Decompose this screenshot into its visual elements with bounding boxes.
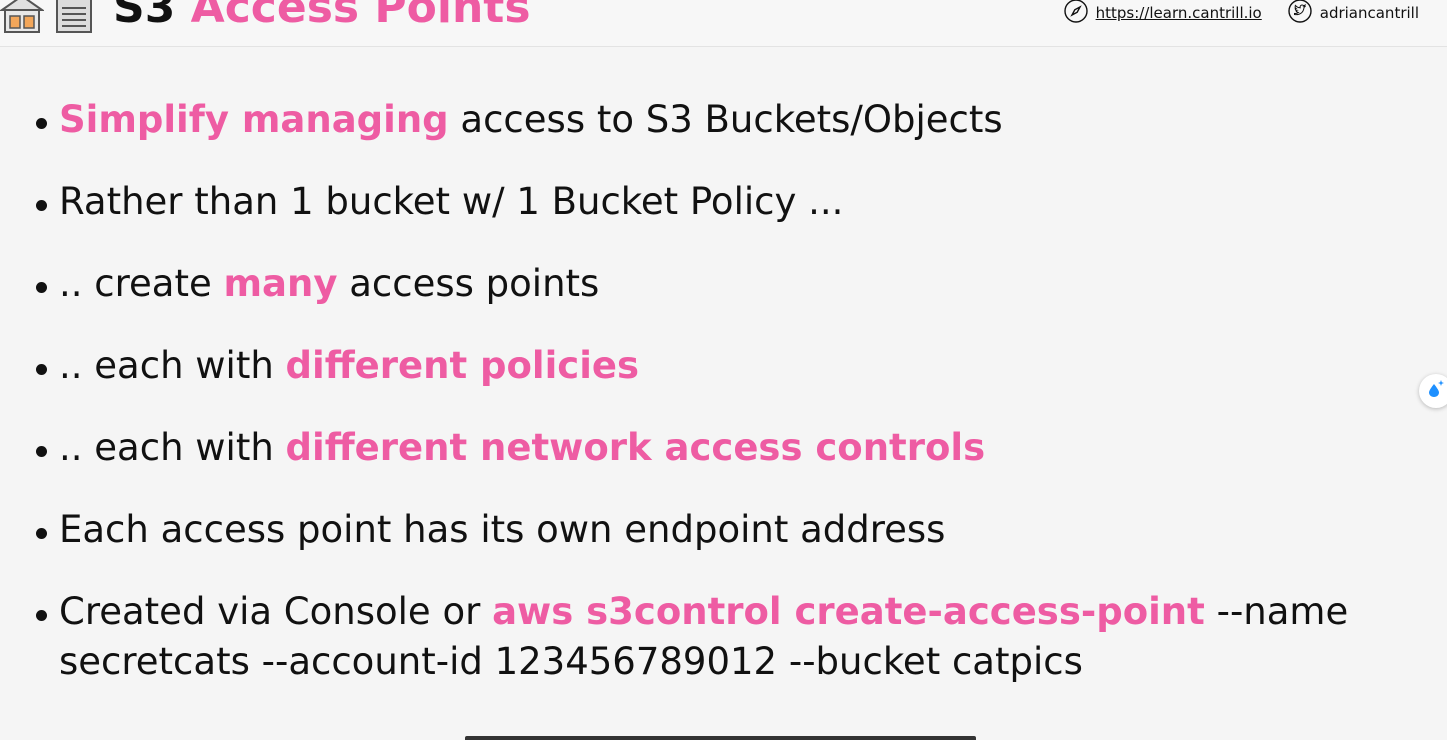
- twitter-handle[interactable]: adriancantrill: [1320, 4, 1419, 22]
- twitter-icon: [1288, 0, 1312, 27]
- bullet-item: Simplify managing access to S3 Buckets/O…: [32, 95, 1392, 145]
- bullet-text-highlight: aws s3control create-access-point: [492, 590, 1205, 633]
- title-highlight: Access Points: [190, 0, 531, 33]
- bullet-item: .. each with different network access co…: [32, 423, 1392, 473]
- website-link-group: https://learn.cantrill.io: [1063, 0, 1262, 27]
- bullet-text: Rather than 1 bucket w/ 1 Bucket Policy …: [59, 180, 844, 223]
- bullet-text: access points: [337, 262, 600, 305]
- bullet-item: Created via Console or aws s3control cre…: [32, 587, 1392, 687]
- bullet-text: .. each with: [59, 344, 286, 387]
- storage-building-icon: [0, 0, 46, 38]
- bullet-text: .. create: [59, 262, 224, 305]
- bullet-text-highlight: Simplify managing: [59, 98, 449, 141]
- compass-icon: [1063, 0, 1088, 27]
- header-links: https://learn.cantrill.io adriancantrill: [1063, 0, 1419, 27]
- bullet-item: Rather than 1 bucket w/ 1 Bucket Policy …: [32, 177, 1392, 227]
- twitter-link-group: adriancantrill: [1288, 0, 1419, 27]
- sparkle-drop-button[interactable]: [1419, 374, 1447, 408]
- bullet-list: Simplify managing access to S3 Buckets/O…: [32, 95, 1392, 719]
- bullet-text: access to S3 Buckets/Objects: [448, 98, 1003, 141]
- bullet-text-highlight: different policies: [285, 344, 640, 387]
- sparkle-drop-icon: [1426, 379, 1446, 403]
- slide-header: S3 Access Points https://learn.cantrill.…: [0, 0, 1447, 47]
- header-logos: [0, 0, 94, 38]
- bullet-text-highlight: many: [223, 262, 338, 305]
- bullet-text: .. each with: [59, 426, 286, 469]
- title-prefix: S3: [113, 0, 176, 33]
- bullet-item: Each access point has its own endpoint a…: [32, 505, 1392, 555]
- bullet-text: Each access point has its own endpoint a…: [59, 508, 946, 551]
- website-link[interactable]: https://learn.cantrill.io: [1096, 4, 1262, 22]
- server-rack-icon: [54, 0, 94, 38]
- bullet-text-highlight: different network access controls: [285, 426, 986, 469]
- bullet-item: .. each with different policies: [32, 341, 1392, 391]
- bottom-scroll-handle[interactable]: [465, 736, 976, 740]
- bullet-item: .. create many access points: [32, 259, 1392, 309]
- bullet-text: Created via Console or: [59, 590, 493, 633]
- page-title: S3 Access Points: [113, 0, 531, 33]
